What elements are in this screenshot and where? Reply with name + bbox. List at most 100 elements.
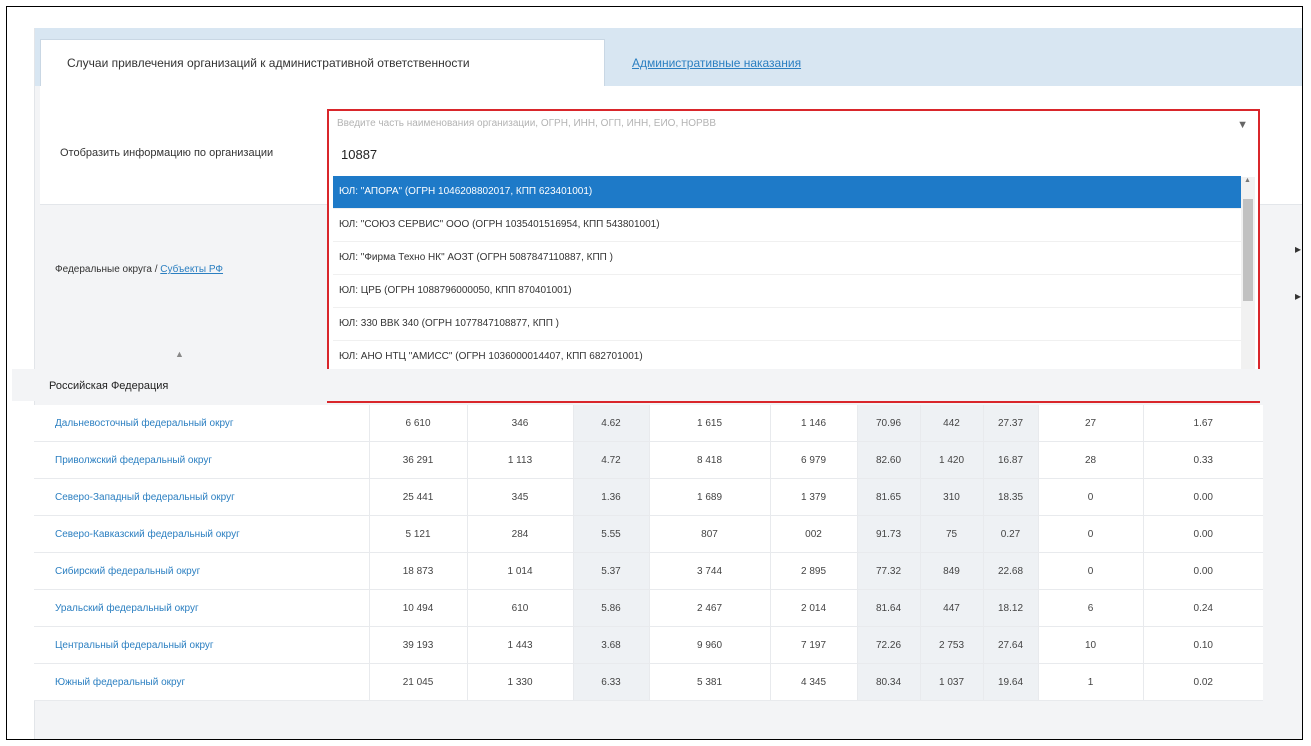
table-cell: 442 <box>919 405 983 442</box>
table-cell: 27 <box>1037 405 1143 442</box>
table-cell: 0 <box>1037 552 1143 590</box>
dropdown-scrollbar[interactable]: ▲ ▼ <box>1241 177 1255 395</box>
table-cell: 19.64 <box>982 663 1038 701</box>
table-cell: 8 418 <box>648 441 770 479</box>
table-cell: 2 753 <box>919 626 983 664</box>
table-cell: 0.10 <box>1142 626 1263 664</box>
table-cell: 82.60 <box>856 441 920 479</box>
table-cell: 1 330 <box>466 663 573 701</box>
district-link[interactable]: Уральский федеральный округ <box>34 589 369 627</box>
table-cell: 18.12 <box>982 589 1038 627</box>
district-link[interactable]: Северо-Кавказский федеральный округ <box>34 515 369 553</box>
organization-select[interactable]: Введите часть наименования организации, … <box>327 109 1260 139</box>
sort-icon[interactable]: ▲ <box>175 349 184 359</box>
table-cell: 6 610 <box>368 405 467 442</box>
table-cell: 7 197 <box>769 626 857 664</box>
district-link[interactable]: Сибирский федеральный округ <box>34 552 369 590</box>
dropdown-option[interactable]: ЮЛ: "Фирма Техно НК" АОЗТ (ОГРН 50878471… <box>333 242 1241 275</box>
table-cell: 1 037 <box>919 663 983 701</box>
table-cell: 1 420 <box>919 441 983 479</box>
table-cell: 346 <box>466 405 573 442</box>
table-cell: 18 873 <box>368 552 467 590</box>
table-row: Приволжский федеральный округ 36 291 1 113… <box>34 441 1263 479</box>
table-cell: 4.72 <box>572 441 649 479</box>
table-cell: 6 <box>1037 589 1143 627</box>
table-cell: 0.00 <box>1142 478 1263 516</box>
table-cell: 4 345 <box>769 663 857 701</box>
table-cell: 3 744 <box>648 552 770 590</box>
tab-penalties[interactable]: Административные наказания <box>632 56 801 70</box>
table-cell: 18.35 <box>982 478 1038 516</box>
table-cell: 10 <box>1037 626 1143 664</box>
chevron-down-icon[interactable]: ▼ <box>1237 119 1248 131</box>
district-link[interactable]: Центральный федеральный округ <box>34 626 369 664</box>
select-placeholder: Введите часть наименования организации, … <box>337 118 717 129</box>
header-marker: ▸ <box>1295 289 1302 303</box>
table-cell: 81.64 <box>856 589 920 627</box>
russia-row <box>12 369 1284 401</box>
table-row: Центральный федеральный округ 39 193 1 443… <box>34 626 1263 664</box>
table-cell: 81.65 <box>856 478 920 516</box>
table-cell: 3.68 <box>572 626 649 664</box>
table-cell: 1 689 <box>648 478 770 516</box>
table-cell: 5.37 <box>572 552 649 590</box>
table-cell: 28 <box>1037 441 1143 479</box>
dropdown-search-input[interactable]: 10887 <box>335 143 1245 169</box>
dropdown-option[interactable]: ЮЛ: "АПОРА" (ОГРН 1046208802017, КПП 623… <box>333 176 1241 209</box>
table-row: Северо-Западный федеральный округ 25 441 3… <box>34 478 1263 516</box>
table-cell: 16.87 <box>982 441 1038 479</box>
table-cell: 75 <box>919 515 983 553</box>
table-cell: 0.27 <box>982 515 1038 553</box>
table-cell: 4.62 <box>572 405 649 442</box>
dropdown-option[interactable]: ЮЛ: 330 ВВК 340 (ОГРН 1077847108877, КПП… <box>333 308 1241 341</box>
table-cell: 1 615 <box>648 405 770 442</box>
table-cell: 10 494 <box>368 589 467 627</box>
table-cell: 1 014 <box>466 552 573 590</box>
table-cell: 2 467 <box>648 589 770 627</box>
table-row: Южный федеральный округ 21 045 1 330 6.33 5 … <box>34 663 1263 701</box>
table-cell: 345 <box>466 478 573 516</box>
table-cell: 72.26 <box>856 626 920 664</box>
table-cell: 284 <box>466 515 573 553</box>
federal-districts-header: Федеральные округа / Субъекты РФ <box>55 264 223 275</box>
table-cell: 91.73 <box>856 515 920 553</box>
table-cell: 1.67 <box>1142 405 1263 442</box>
table-cell: 21 045 <box>368 663 467 701</box>
dropdown-option[interactable]: ЮЛ: ЦРБ (ОГРН 1088796000050, КПП 8704010… <box>333 275 1241 308</box>
table-cell: 0.02 <box>1142 663 1263 701</box>
district-link[interactable]: Приволжский федеральный округ <box>34 441 369 479</box>
table-cell: 70.96 <box>856 405 920 442</box>
district-link[interactable]: Дальневосточный федеральный округ <box>34 405 369 442</box>
table-cell: 36 291 <box>368 441 467 479</box>
organization-dropdown: 10887 ЮЛ: "АПОРА" (ОГРН 1046208802017, К… <box>327 137 1260 407</box>
table-cell: 22.68 <box>982 552 1038 590</box>
table-cell: 849 <box>919 552 983 590</box>
table-cell: 27.64 <box>982 626 1038 664</box>
district-link[interactable]: Северо-Западный федеральный округ <box>34 478 369 516</box>
table-cell: 0 <box>1037 478 1143 516</box>
table-cell: 6.33 <box>572 663 649 701</box>
table-cell: 610 <box>466 589 573 627</box>
dropdown-option[interactable]: ЮЛ: "СОЮЗ СЕРВИС" ООО (ОГРН 103540151695… <box>333 209 1241 242</box>
table-cell: 807 <box>648 515 770 553</box>
district-link[interactable]: Южный федеральный округ <box>34 663 369 701</box>
table-cell: 1 113 <box>466 441 573 479</box>
tab-cases[interactable]: Случаи привлечения организаций к админис… <box>40 39 605 86</box>
table-cell: 77.32 <box>856 552 920 590</box>
table-cell: 1 <box>1037 663 1143 701</box>
table-cell: 5.55 <box>572 515 649 553</box>
table-row: Дальневосточный федеральный округ 6 610 34… <box>34 405 1263 442</box>
table-cell: 310 <box>919 478 983 516</box>
federal-districts-label: Федеральные округа / <box>55 264 161 275</box>
scroll-up-icon[interactable]: ▲ <box>1244 177 1251 184</box>
screenshot-frame: Случаи привлечения организаций к админис… <box>6 6 1303 740</box>
table-cell: 9 960 <box>648 626 770 664</box>
scrollbar-thumb[interactable] <box>1243 199 1253 301</box>
table-cell: 6 979 <box>769 441 857 479</box>
russia-label: Российская Федерация <box>49 380 169 392</box>
table-cell: 80.34 <box>856 663 920 701</box>
table-cell: 0.00 <box>1142 552 1263 590</box>
table-cell: 0.33 <box>1142 441 1263 479</box>
table-cell: 447 <box>919 589 983 627</box>
subjects-link[interactable]: Субъекты РФ <box>160 264 223 275</box>
